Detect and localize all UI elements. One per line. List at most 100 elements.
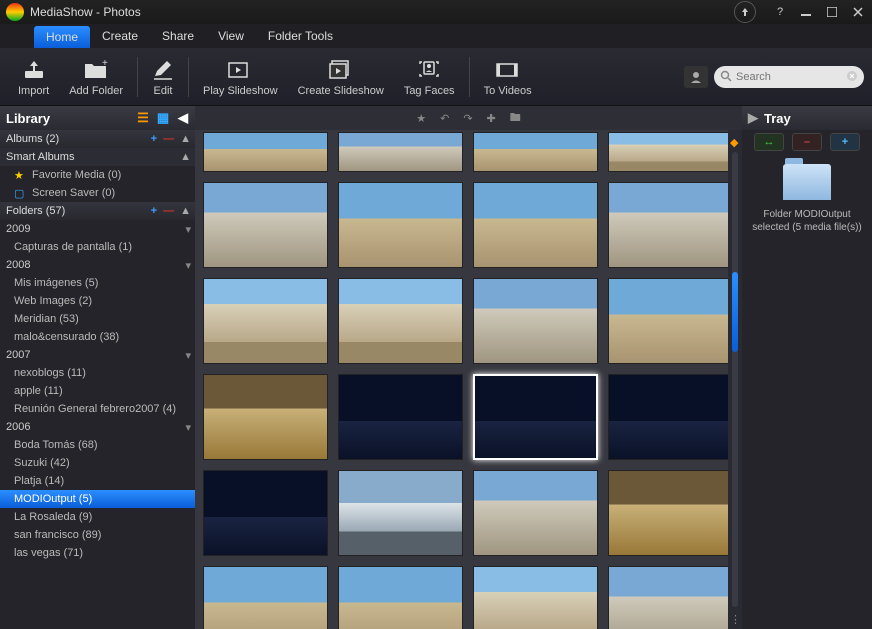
play-slideshow-button[interactable]: Play Slideshow: [193, 48, 288, 105]
menu-view[interactable]: View: [206, 24, 256, 48]
folder-year[interactable]: 2008▾: [0, 256, 195, 274]
search-input[interactable]: [714, 66, 864, 88]
add-folder-button[interactable]: + Add Folder: [59, 48, 133, 105]
view-grid-icon[interactable]: ▦: [155, 110, 171, 126]
help-button[interactable]: ?: [772, 4, 788, 20]
thumbnail[interactable]: [203, 470, 328, 556]
edit-label: Edit: [154, 85, 173, 97]
thumbnail[interactable]: [338, 132, 463, 172]
menu-home[interactable]: Home: [34, 26, 90, 48]
folder-item[interactable]: Capturas de pantalla (1): [0, 238, 195, 256]
thumbnail[interactable]: [203, 182, 328, 268]
play-slideshow-icon: [228, 57, 252, 83]
rotate-left-icon[interactable]: ↶: [440, 112, 449, 125]
tray-new-button[interactable]: +: [830, 133, 860, 151]
face-filter-button[interactable]: [684, 66, 708, 88]
minimize-button[interactable]: [798, 4, 814, 20]
thumbnail[interactable]: [338, 182, 463, 268]
clear-search-icon[interactable]: [846, 70, 858, 82]
marker-icon: ◆: [730, 136, 740, 146]
favorite-media-item[interactable]: ★Favorite Media (0): [0, 166, 195, 184]
collapse-sidebar-icon[interactable]: ◀: [175, 110, 191, 126]
folder-year[interactable]: 2007▾: [0, 346, 195, 364]
close-button[interactable]: [850, 4, 866, 20]
expand-tray-icon[interactable]: ▶: [748, 110, 758, 126]
folder-item[interactable]: Meridian (53): [0, 310, 195, 328]
create-slideshow-icon: [329, 57, 353, 83]
screen-saver-item[interactable]: ▢Screen Saver (0): [0, 184, 195, 202]
albums-section[interactable]: Albums (2) + — ▲: [0, 130, 195, 148]
thumbnail[interactable]: [338, 566, 463, 629]
folder-item[interactable]: Boda Tomás (68): [0, 436, 195, 454]
timeline-scrollbar[interactable]: ◆ ⋮: [728, 130, 742, 629]
thumbnail[interactable]: [203, 566, 328, 629]
add-album-icon[interactable]: +: [151, 133, 157, 145]
scrollbar-track[interactable]: [732, 152, 738, 607]
folder-item[interactable]: nexoblogs (11): [0, 364, 195, 382]
star-icon: ★: [14, 169, 28, 182]
thumbnail[interactable]: [203, 132, 328, 172]
edit-button[interactable]: Edit: [142, 48, 184, 105]
folder-item[interactable]: Suzuki (42): [0, 454, 195, 472]
thumbnail[interactable]: [338, 278, 463, 364]
collapse-icon[interactable]: ▲: [180, 151, 191, 163]
view-list-icon[interactable]: ☰: [135, 110, 151, 126]
create-slideshow-label: Create Slideshow: [298, 85, 384, 97]
favorite-icon[interactable]: ★: [416, 112, 426, 125]
folder-icon[interactable]: [783, 164, 831, 200]
folder-item[interactable]: La Rosaleda (9): [0, 508, 195, 526]
window-title: MediaShow - Photos: [30, 5, 141, 19]
menu-share[interactable]: Share: [150, 24, 206, 48]
thumbnail[interactable]: [203, 278, 328, 364]
add-folder-icon[interactable]: +: [151, 205, 157, 217]
remove-album-icon[interactable]: —: [163, 133, 174, 145]
rotate-right-icon[interactable]: ↷: [463, 112, 472, 125]
thumbnail[interactable]: [608, 470, 733, 556]
tray-add-button[interactable]: ↔: [754, 133, 784, 151]
smart-albums-section[interactable]: Smart Albums ▲: [0, 148, 195, 166]
folder-year[interactable]: 2006▾: [0, 418, 195, 436]
scrollbar-thumb[interactable]: [732, 272, 738, 352]
thumbnail[interactable]: [473, 182, 598, 268]
folder-action-icon[interactable]: 🖿: [510, 109, 521, 128]
folder-item[interactable]: Web Images (2): [0, 292, 195, 310]
collapse-icon[interactable]: ▲: [180, 133, 191, 145]
folder-item[interactable]: malo&censurado (38): [0, 328, 195, 346]
thumbnail[interactable]: [473, 566, 598, 629]
menu-create[interactable]: Create: [90, 24, 150, 48]
thumbnail[interactable]: [338, 374, 463, 460]
thumbnail-selected[interactable]: [473, 374, 598, 460]
import-button[interactable]: Import: [8, 48, 59, 105]
maximize-button[interactable]: [824, 4, 840, 20]
thumbnail[interactable]: [473, 132, 598, 172]
folder-year[interactable]: 2009▾: [0, 220, 195, 238]
thumbnail[interactable]: [338, 470, 463, 556]
collapse-icon[interactable]: ▲: [180, 205, 191, 217]
folder-item[interactable]: apple (11): [0, 382, 195, 400]
folder-item[interactable]: las vegas (71): [0, 544, 195, 562]
folder-item[interactable]: Mis imágenes (5): [0, 274, 195, 292]
remove-folder-icon[interactable]: —: [163, 205, 174, 217]
folder-item[interactable]: Platja (14): [0, 472, 195, 490]
upload-button[interactable]: [734, 1, 756, 23]
thumbnail[interactable]: [608, 278, 733, 364]
thumbnail[interactable]: [473, 470, 598, 556]
tray-remove-button[interactable]: –: [792, 133, 822, 151]
thumbnail[interactable]: [608, 374, 733, 460]
folder-item[interactable]: Reunión General febrero2007 (4): [0, 400, 195, 418]
thumbnail[interactable]: [608, 132, 733, 172]
menu-folder-tools[interactable]: Folder Tools: [256, 24, 345, 48]
albums-label: Albums (2): [6, 133, 59, 145]
share-icon[interactable]: ✚: [487, 112, 496, 125]
thumbnail[interactable]: [608, 566, 733, 629]
tag-faces-button[interactable]: Tag Faces: [394, 48, 465, 105]
folder-item[interactable]: san francisco (89): [0, 526, 195, 544]
folders-section[interactable]: Folders (57) +—▲: [0, 202, 195, 220]
thumbnail[interactable]: [608, 182, 733, 268]
thumbnail[interactable]: [473, 278, 598, 364]
to-videos-button[interactable]: To Videos: [474, 48, 542, 105]
folder-item[interactable]: MODIOutput (5): [0, 490, 195, 508]
thumbnail[interactable]: [203, 374, 328, 460]
create-slideshow-button[interactable]: Create Slideshow: [288, 48, 394, 105]
app-logo-icon: [6, 3, 24, 21]
